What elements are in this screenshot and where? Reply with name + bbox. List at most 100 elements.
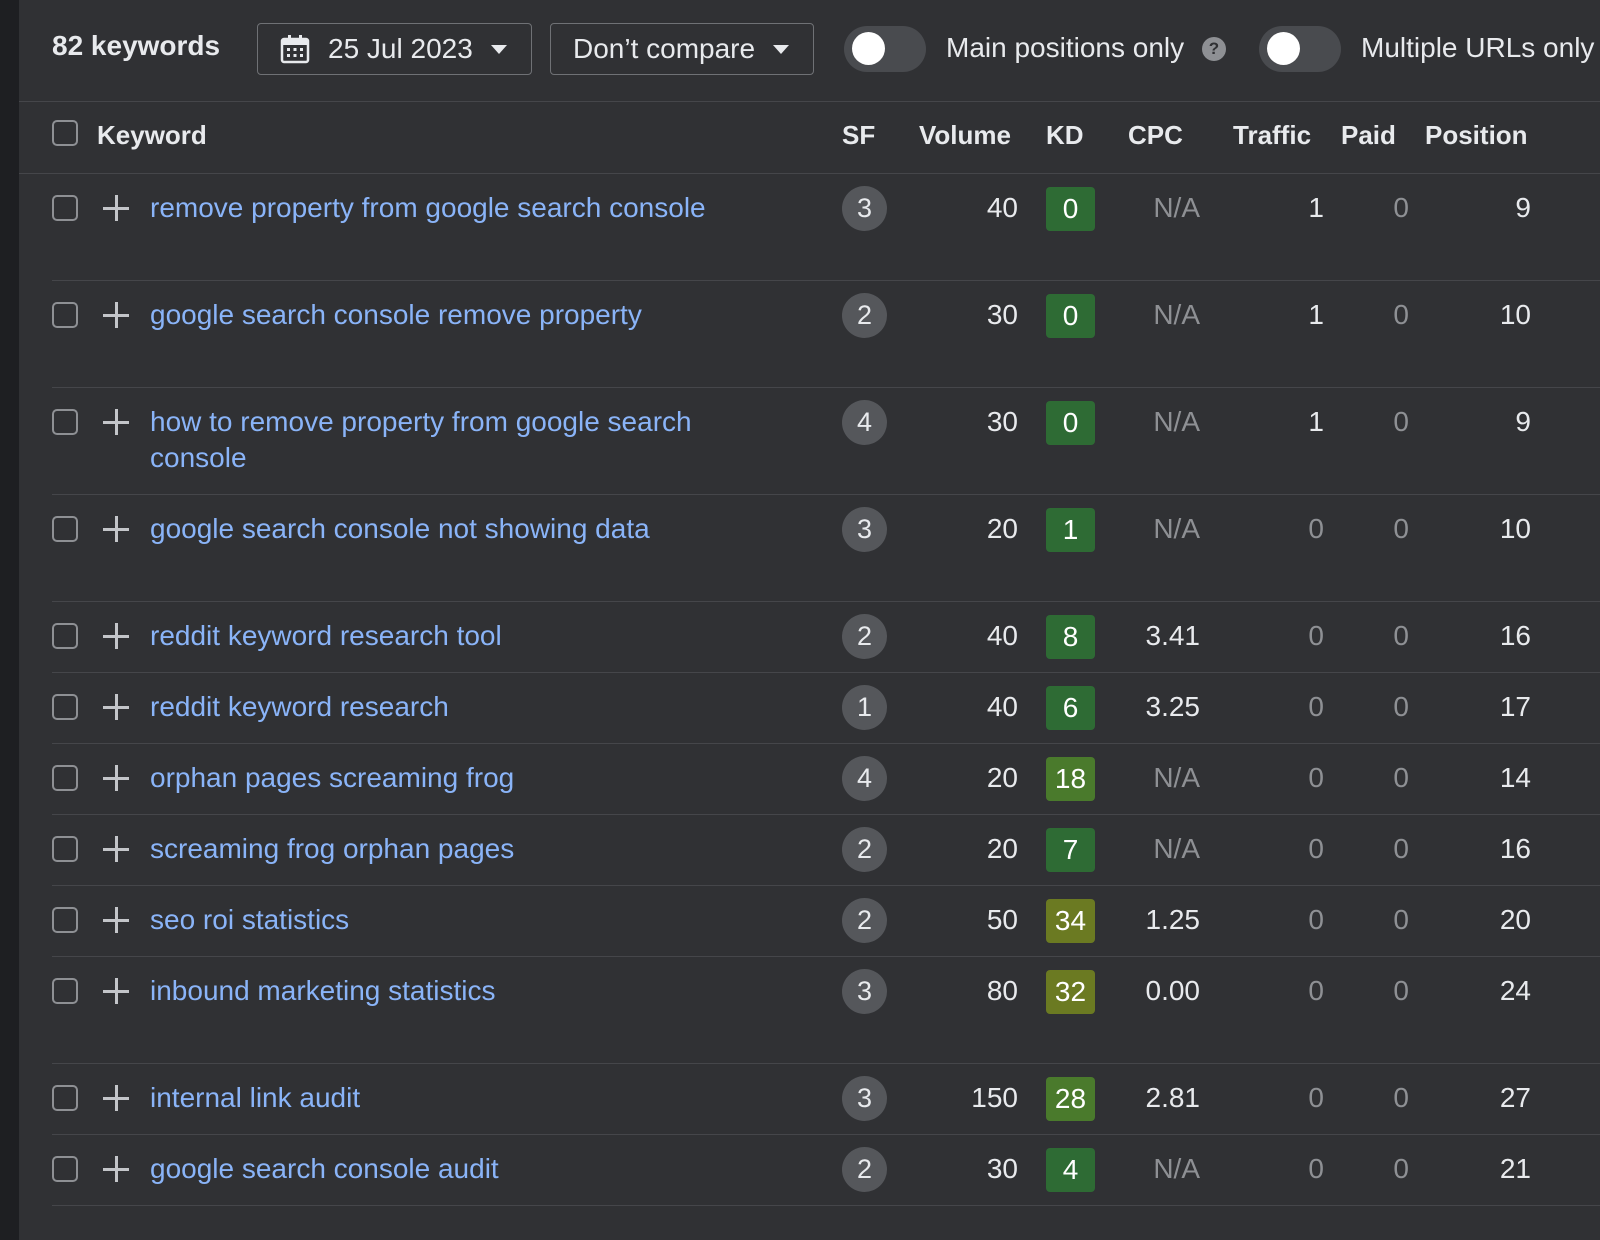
keyword-link[interactable]: seo roi statistics [150, 902, 740, 938]
kd-badge: 0 [1046, 187, 1095, 231]
sf-count-badge[interactable]: 2 [842, 898, 887, 943]
volume-value: 20 [986, 833, 1018, 864]
col-keyword-header[interactable]: Keyword [97, 120, 207, 151]
row-checkbox[interactable] [52, 836, 78, 862]
select-all-checkbox[interactable] [52, 120, 78, 146]
sf-count-badge[interactable]: 4 [842, 756, 887, 801]
paid-traffic-value: 0 [1393, 691, 1409, 722]
plus-icon[interactable] [103, 836, 129, 862]
sf-count-badge[interactable]: 2 [842, 827, 887, 872]
row-checkbox[interactable] [52, 623, 78, 649]
keyword-link[interactable]: how to remove property from google searc… [150, 404, 740, 476]
help-icon[interactable]: ? [1202, 37, 1226, 61]
col-paid-header[interactable]: Paid [1341, 120, 1396, 151]
col-sf-header[interactable]: SF [842, 120, 875, 151]
cpc-value: N/A [1153, 192, 1200, 223]
position-value: 9 [1515, 406, 1531, 437]
sf-count-badge[interactable]: 2 [842, 614, 887, 659]
plus-icon[interactable] [103, 694, 129, 720]
sf-count-badge[interactable]: 3 [842, 186, 887, 231]
keyword-link[interactable]: inbound marketing statistics [150, 973, 740, 1009]
keyword-link[interactable]: google search console not showing data [150, 511, 740, 547]
col-volume-header[interactable]: Volume [919, 120, 1011, 151]
multiple-urls-toggle[interactable] [1259, 26, 1341, 72]
plus-icon[interactable] [103, 765, 129, 791]
kd-badge: 7 [1046, 828, 1095, 872]
plus-icon[interactable] [103, 302, 129, 328]
keyword-link[interactable]: google search console audit [150, 1151, 740, 1187]
col-position-header[interactable]: Position [1425, 120, 1528, 151]
keyword-link[interactable]: google search console remove property [150, 297, 740, 333]
plus-icon[interactable] [103, 1085, 129, 1111]
keyword-link[interactable]: screaming frog orphan pages [150, 831, 740, 867]
kd-badge: 6 [1046, 686, 1095, 730]
sf-count-badge[interactable]: 3 [842, 507, 887, 552]
date-dropdown[interactable]: 25 Jul 2023 [257, 23, 532, 75]
left-edge-strip [0, 0, 19, 1240]
plus-icon[interactable] [103, 516, 129, 542]
sf-count-badge[interactable]: 2 [842, 293, 887, 338]
row-checkbox[interactable] [52, 516, 78, 542]
volume-value: 50 [986, 904, 1018, 935]
plus-icon[interactable] [103, 978, 129, 1004]
kd-badge: 0 [1046, 294, 1095, 338]
table-row: inbound marketing statistics 3 80 32 0.00 0 0 2… [19, 957, 1600, 1064]
row-checkbox[interactable] [52, 195, 78, 221]
plus-icon[interactable] [103, 409, 129, 435]
position-value: 9 [1515, 192, 1531, 223]
traffic-value: 0 [1308, 904, 1324, 935]
cpc-value: 3.41 [1145, 620, 1201, 651]
keyword-link[interactable]: reddit keyword research [150, 689, 740, 725]
row-checkbox[interactable] [52, 978, 78, 1004]
volume-value: 30 [986, 406, 1018, 437]
position-value: 16 [1499, 833, 1531, 864]
traffic-value: 0 [1308, 513, 1324, 544]
volume-value: 40 [986, 620, 1018, 651]
paid-traffic-value: 0 [1393, 406, 1409, 437]
plus-icon[interactable] [103, 195, 129, 221]
col-kd-header[interactable]: KD [1046, 120, 1084, 151]
paid-traffic-value: 0 [1393, 620, 1409, 651]
cpc-value: 1.25 [1145, 904, 1201, 935]
main-positions-toggle[interactable] [844, 26, 926, 72]
date-value: 25 Jul 2023 [328, 33, 473, 64]
toolbar: 82 keywords 25 Jul 2023 Don’t compare Ma… [19, 0, 1600, 102]
position-value: 21 [1499, 1153, 1531, 1184]
traffic-value: 0 [1308, 691, 1324, 722]
kd-badge: 18 [1046, 757, 1095, 801]
plus-icon[interactable] [103, 907, 129, 933]
keyword-link[interactable]: reddit keyword research tool [150, 618, 740, 654]
sf-count-badge[interactable]: 3 [842, 969, 887, 1014]
plus-icon[interactable] [103, 623, 129, 649]
row-checkbox[interactable] [52, 765, 78, 791]
keyword-link[interactable]: remove property from google search conso… [150, 190, 740, 226]
traffic-value: 0 [1308, 620, 1324, 651]
sf-count-badge[interactable]: 4 [842, 400, 887, 445]
keyword-link[interactable]: orphan pages screaming frog [150, 760, 740, 796]
row-checkbox[interactable] [52, 409, 78, 435]
row-checkbox[interactable] [52, 1085, 78, 1111]
table-row: google search console remove property 2 30… [19, 281, 1600, 388]
row-checkbox[interactable] [52, 694, 78, 720]
cpc-value: 2.81 [1145, 1082, 1201, 1113]
sf-count-badge[interactable]: 1 [842, 685, 887, 730]
row-checkbox[interactable] [52, 1156, 78, 1182]
table-row: reddit keyword research 1 40 6 3.25 0 0 17 [19, 673, 1600, 744]
paid-traffic-value: 0 [1393, 192, 1409, 223]
main-positions-label: Main positions only [946, 32, 1185, 63]
plus-icon[interactable] [103, 1156, 129, 1182]
sf-count-badge[interactable]: 2 [842, 1147, 887, 1192]
col-traffic-header[interactable]: Traffic [1233, 120, 1311, 151]
row-checkbox[interactable] [52, 907, 78, 933]
compare-dropdown[interactable]: Don’t compare [550, 23, 814, 75]
chevron-down-icon [773, 44, 790, 54]
col-cpc-header[interactable]: CPC [1128, 120, 1183, 151]
table-row: internal link audit 3 150 28 2.81 0 0 27 [19, 1064, 1600, 1135]
toggle-knob [1267, 32, 1300, 65]
sf-count-badge[interactable]: 3 [842, 1076, 887, 1121]
table-row: remove property from google search conso… [19, 174, 1600, 281]
row-checkbox[interactable] [52, 302, 78, 328]
volume-value: 20 [986, 762, 1018, 793]
position-value: 10 [1499, 513, 1531, 544]
keyword-link[interactable]: internal link audit [150, 1080, 740, 1116]
